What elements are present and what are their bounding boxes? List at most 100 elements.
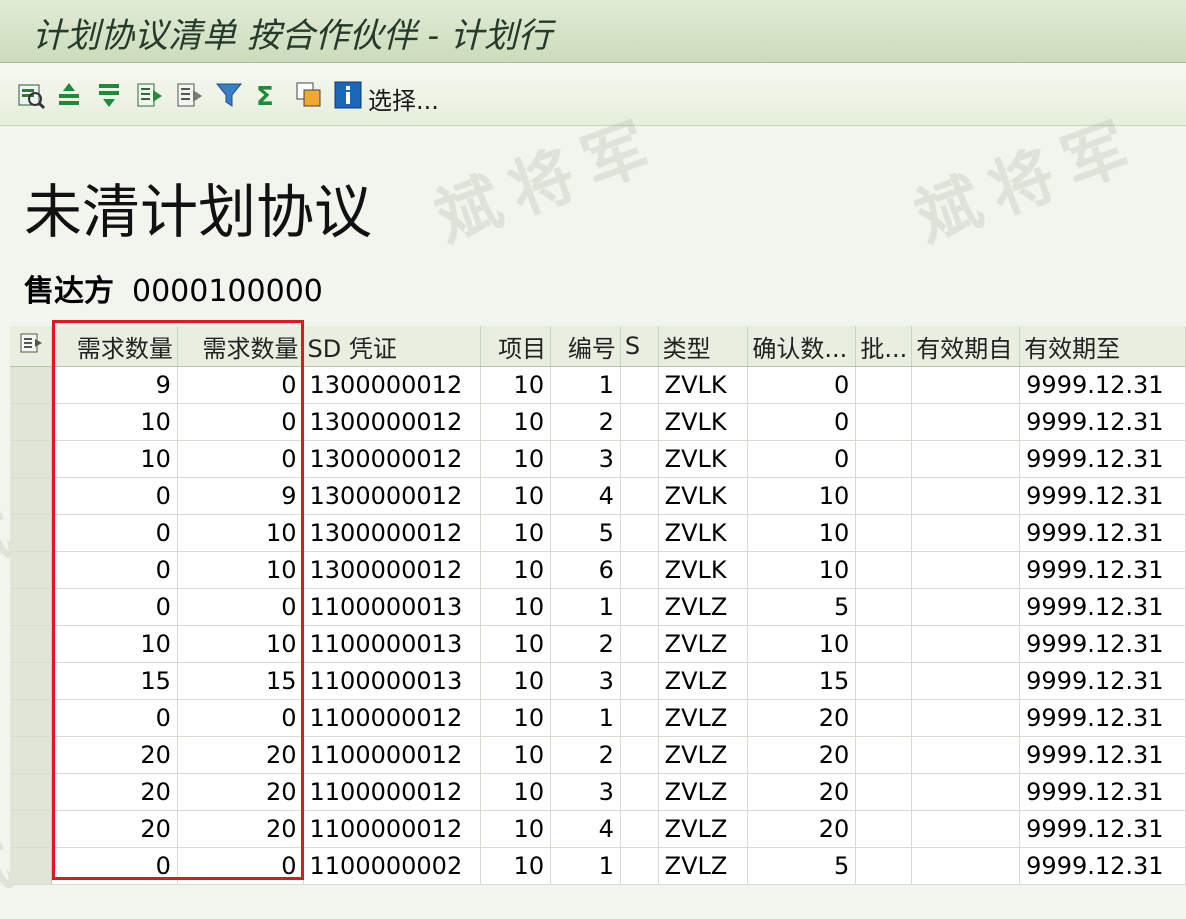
column-header-valid-to[interactable]: 有效期至 <box>1019 326 1186 367</box>
table-cell: 9999.12.31 <box>1019 588 1186 626</box>
table-cell: 20 <box>51 810 178 848</box>
table-cell <box>620 847 659 885</box>
table-cell <box>911 736 1021 774</box>
svg-text:Σ: Σ <box>256 82 274 110</box>
table-row[interactable]: 0 10 1300000012 10 5 ZVLK 10 9999.12.31 <box>10 514 1186 552</box>
table-cell: 10 <box>747 514 857 552</box>
table-row[interactable]: 0 0 1100000013 10 1 ZVLZ 5 9999.12.31 <box>10 588 1186 626</box>
table-row[interactable]: 0 0 1100000012 10 1 ZVLZ 20 9999.12.31 <box>10 699 1186 737</box>
row-selector[interactable] <box>10 847 53 885</box>
table-cell: 9999.12.31 <box>1019 514 1186 552</box>
column-header-confirmed-qty[interactable]: 确认数... <box>747 326 857 367</box>
table-cell: 10 <box>480 551 552 589</box>
row-selector[interactable] <box>10 366 53 404</box>
table-cell <box>855 625 913 663</box>
table-row[interactable]: 9 0 1300000012 10 1 ZVLK 0 9999.12.31 <box>10 366 1186 404</box>
table-row[interactable]: 10 0 1300000012 10 3 ZVLK 0 9999.12.31 <box>10 440 1186 478</box>
row-selector[interactable] <box>10 699 53 737</box>
table-cell <box>620 736 659 774</box>
sort-ascending-icon[interactable] <box>54 80 84 110</box>
table-row[interactable]: 0 10 1300000012 10 6 ZVLK 10 9999.12.31 <box>10 551 1186 589</box>
table-cell <box>620 773 659 811</box>
table-cell: 1100000013 <box>303 662 482 700</box>
table-cell: 20 <box>177 773 304 811</box>
table-row[interactable]: 0 0 1100000002 10 1 ZVLZ 5 9999.12.31 <box>10 847 1186 885</box>
table-cell <box>855 551 913 589</box>
column-header-s[interactable]: S <box>620 326 659 367</box>
row-selector[interactable] <box>10 662 53 700</box>
select-button[interactable]: 选择... <box>368 81 439 116</box>
table-cell: ZVLZ <box>658 588 749 626</box>
table-cell: 10 <box>480 699 552 737</box>
column-header-valid-from[interactable]: 有效期自 <box>911 326 1021 367</box>
column-header-type[interactable]: 类型 <box>658 326 749 367</box>
table-cell <box>855 810 913 848</box>
layout-icon[interactable] <box>294 80 324 110</box>
table-row[interactable]: 15 15 1100000013 10 3 ZVLZ 15 9999.12.31 <box>10 662 1186 700</box>
table-cell: 10 <box>747 625 857 663</box>
row-selector[interactable] <box>10 588 53 626</box>
table-cell: 10 <box>480 625 552 663</box>
column-header-required-qty-1[interactable]: 需求数量 <box>51 326 178 367</box>
table-row[interactable]: 20 20 1100000012 10 4 ZVLZ 20 9999.12.31 <box>10 810 1186 848</box>
table-row[interactable]: 10 10 1100000013 10 2 ZVLZ 10 9999.12.31 <box>10 625 1186 663</box>
table-cell <box>911 477 1021 515</box>
row-selector[interactable] <box>10 403 53 441</box>
table-cell: ZVLZ <box>658 625 749 663</box>
table-cell: 0 <box>177 440 304 478</box>
info-icon[interactable] <box>333 80 363 110</box>
table-row[interactable]: 20 20 1100000012 10 2 ZVLZ 20 9999.12.31 <box>10 736 1186 774</box>
table-cell: ZVLK <box>658 514 749 552</box>
table-cell <box>911 773 1021 811</box>
details-icon[interactable] <box>16 80 46 110</box>
table-cell: 9999.12.31 <box>1019 403 1186 441</box>
filter-icon[interactable] <box>214 80 244 110</box>
sort-descending-icon[interactable] <box>94 80 124 110</box>
sold-to-party: 售达方 0000100000 <box>24 266 323 310</box>
table-cell: ZVLZ <box>658 699 749 737</box>
column-header-required-qty-2[interactable]: 需求数量 <box>177 326 304 367</box>
table-cell: 9 <box>51 366 178 404</box>
sum-icon[interactable]: Σ <box>253 80 283 110</box>
table-cell: 1 <box>550 588 621 626</box>
column-header-item[interactable]: 项目 <box>480 326 552 367</box>
layout-settings-icon[interactable] <box>10 326 53 367</box>
row-selector[interactable] <box>10 551 53 589</box>
table-cell: 1100000012 <box>303 810 482 848</box>
table-cell: 9999.12.31 <box>1019 625 1186 663</box>
table-cell <box>911 514 1021 552</box>
row-selector[interactable] <box>10 477 53 515</box>
table-cell <box>911 366 1021 404</box>
row-selector[interactable] <box>10 810 53 848</box>
row-selector[interactable] <box>10 736 53 774</box>
table-cell: 10 <box>480 477 552 515</box>
table-cell: 1100000012 <box>303 736 482 774</box>
row-selector[interactable] <box>10 440 53 478</box>
table-cell: 2 <box>550 403 621 441</box>
table-cell: 10 <box>177 551 304 589</box>
table-cell: 0 <box>747 440 857 478</box>
table-cell <box>620 514 659 552</box>
column-header-batch[interactable]: 批... <box>855 326 913 367</box>
column-header-number[interactable]: 编号 <box>550 326 621 367</box>
table-row[interactable]: 20 20 1100000012 10 3 ZVLZ 20 9999.12.31 <box>10 773 1186 811</box>
table-cell <box>620 477 659 515</box>
column-header-sd-document[interactable]: SD 凭证 <box>303 326 482 367</box>
export-icon[interactable] <box>134 80 164 110</box>
table-cell: 3 <box>550 773 621 811</box>
table-cell: 9999.12.31 <box>1019 699 1186 737</box>
table-cell <box>620 625 659 663</box>
table-cell: 0 <box>51 514 178 552</box>
table-cell: 1 <box>550 366 621 404</box>
row-selector[interactable] <box>10 625 53 663</box>
row-selector[interactable] <box>10 514 53 552</box>
table-row[interactable]: 0 9 1300000012 10 4 ZVLK 10 9999.12.31 <box>10 477 1186 515</box>
table-cell: 9999.12.31 <box>1019 773 1186 811</box>
table-cell <box>620 810 659 848</box>
print-icon[interactable] <box>174 80 204 110</box>
table-row[interactable]: 10 0 1300000012 10 2 ZVLK 0 9999.12.31 <box>10 403 1186 441</box>
row-selector[interactable] <box>10 773 53 811</box>
table-cell: 10 <box>480 810 552 848</box>
table-cell: 0 <box>51 699 178 737</box>
table-cell <box>911 625 1021 663</box>
